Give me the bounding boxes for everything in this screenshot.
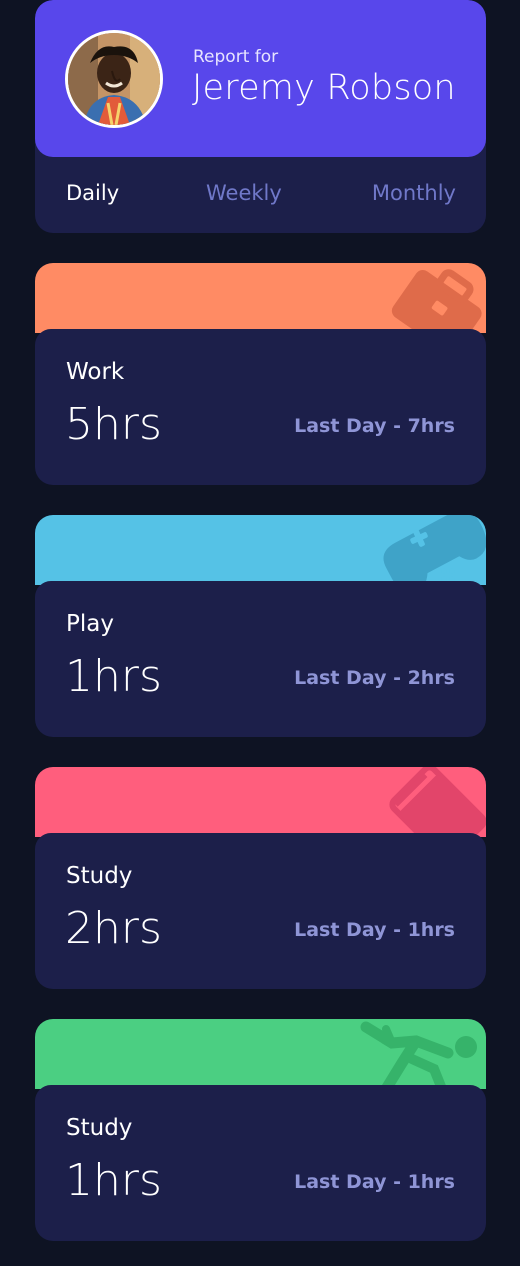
work-title: Work	[66, 359, 125, 385]
work-card[interactable]: Work 5hrs Last Day - 7hrs	[35, 263, 486, 485]
play-card-body: Play 1hrs Last Day - 2hrs	[35, 581, 486, 737]
study-card[interactable]: Study 2hrs Last Day - 1hrs	[35, 767, 486, 989]
play-card[interactable]: Play 1hrs Last Day - 2hrs	[35, 515, 486, 737]
work-hours: 5hrs	[65, 399, 162, 450]
tab-daily[interactable]: Daily	[66, 181, 119, 205]
report-for-label: Report for	[193, 47, 279, 67]
study-2-title: Study	[66, 1115, 133, 1141]
work-previous: Last Day - 7hrs	[294, 415, 455, 437]
play-previous: Last Day - 2hrs	[294, 667, 455, 689]
gamepad-icon	[383, 515, 486, 585]
book-icon	[389, 767, 486, 837]
briefcase-icon	[391, 269, 482, 333]
play-card-band	[35, 515, 486, 585]
running-person-icon	[360, 1021, 477, 1089]
study-card-2-band	[35, 1019, 486, 1089]
work-card-band	[35, 263, 486, 333]
play-hours: 1hrs	[65, 651, 162, 702]
study-card-band	[35, 767, 486, 837]
play-title: Play	[66, 611, 114, 637]
tab-weekly[interactable]: Weekly	[206, 181, 282, 205]
study-card-body: Study 2hrs Last Day - 1hrs	[35, 833, 486, 989]
study-2-hours: 1hrs	[65, 1155, 162, 1206]
study-hours: 2hrs	[65, 903, 162, 954]
user-name: Jeremy Robson	[192, 68, 456, 108]
study-card-2-body: Study 1hrs Last Day - 1hrs	[35, 1085, 486, 1241]
study-2-previous: Last Day - 1hrs	[294, 1171, 455, 1193]
avatar	[65, 30, 163, 128]
profile-card: Report for Jeremy Robson Daily Weekly Mo…	[35, 0, 486, 233]
study-previous: Last Day - 1hrs	[294, 919, 455, 941]
profile-header: Report for Jeremy Robson	[35, 0, 486, 157]
study-title: Study	[66, 863, 133, 889]
tab-monthly[interactable]: Monthly	[372, 181, 456, 205]
study-card-2[interactable]: Study 1hrs Last Day - 1hrs	[35, 1019, 486, 1241]
user-avatar-icon	[68, 33, 160, 125]
work-card-body: Work 5hrs Last Day - 7hrs	[35, 329, 486, 485]
